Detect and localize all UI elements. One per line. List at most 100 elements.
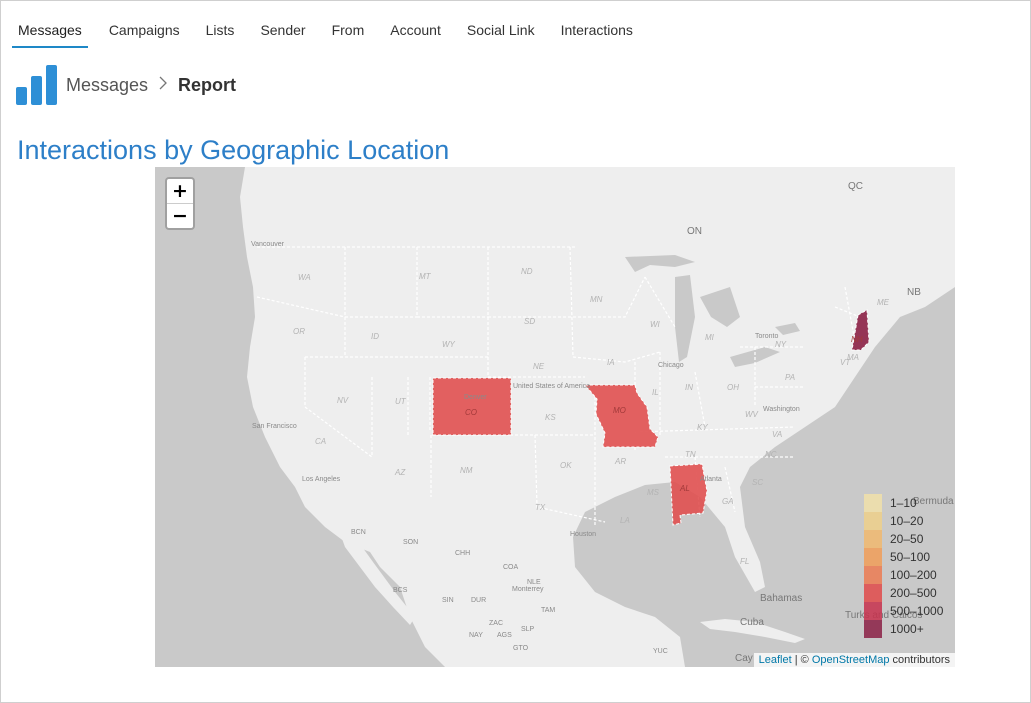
map-label-oh: OH xyxy=(727,383,739,392)
map-city-atlanta: Atlanta xyxy=(700,476,722,483)
map-label-in: IN xyxy=(685,383,693,392)
legend-item: 200–500 xyxy=(864,584,943,602)
map-label-al: AL xyxy=(679,484,690,493)
map-label-ar: AR xyxy=(614,457,626,466)
map-label-on: ON xyxy=(687,226,702,237)
map-label-id: ID xyxy=(371,332,379,341)
map-label-wa: WA xyxy=(298,273,311,282)
legend-label: 20–50 xyxy=(890,532,924,546)
legend-item: 500–1000 xyxy=(864,602,943,620)
map-label-gto: GTO xyxy=(513,645,529,652)
map-label-nc: NC xyxy=(765,450,777,459)
zoom-in-button[interactable]: + xyxy=(167,179,193,204)
geo-map[interactable]: QC ON NB Vancouver San Francisco Los Ang… xyxy=(155,167,955,667)
map-label-qc: QC xyxy=(848,181,863,192)
map-label-nv: NV xyxy=(337,396,349,405)
legend-label: 200–500 xyxy=(890,586,937,600)
map-city-monterrey: Monterrey xyxy=(512,586,544,593)
tab-account[interactable]: Account xyxy=(377,12,454,48)
attribution-suffix: contributors xyxy=(889,654,950,666)
map-label-sc: SC xyxy=(752,478,763,487)
map-label-coa: COA xyxy=(503,564,519,571)
highlighted-state-co[interactable] xyxy=(432,377,512,436)
bar-chart-logo-icon xyxy=(16,64,58,106)
map-label-pa: PA xyxy=(785,373,795,382)
legend-item: 100–200 xyxy=(864,566,943,584)
map-label-bcn: BCN xyxy=(351,529,366,536)
legend-item: 1–10 xyxy=(864,494,943,512)
legend-label: 100–200 xyxy=(890,568,937,582)
tab-sender[interactable]: Sender xyxy=(247,12,318,48)
leaflet-link[interactable]: Leaflet xyxy=(759,654,792,666)
map-label-nh: NH xyxy=(851,335,863,344)
map-label-ks: KS xyxy=(545,413,556,422)
legend-swatch xyxy=(864,512,882,530)
map-label-az: AZ xyxy=(394,468,406,477)
map-label-ms: MS xyxy=(647,488,660,497)
page-title: Interactions by Geographic Location xyxy=(17,135,450,165)
map-canvas[interactable]: QC ON NB Vancouver San Francisco Los Ang… xyxy=(155,167,955,667)
tab-lists[interactable]: Lists xyxy=(193,12,248,48)
map-label-nay: NAY xyxy=(469,632,483,639)
map-label-cuba: Cuba xyxy=(740,617,764,628)
map-label-ia: IA xyxy=(607,358,615,367)
map-label-va: VA xyxy=(772,430,782,439)
map-label-wy: WY xyxy=(442,340,456,349)
map-label-son: SON xyxy=(403,539,418,546)
legend-swatch xyxy=(864,494,882,512)
map-label-tx: TX xyxy=(535,503,546,512)
highlighted-state-al[interactable] xyxy=(669,463,708,526)
legend-label: 10–20 xyxy=(890,514,924,528)
legend-item: 10–20 xyxy=(864,512,943,530)
map-attribution: Leaflet | © OpenStreetMap contributors xyxy=(753,653,955,667)
map-label-nd: ND xyxy=(521,267,533,276)
map-label-sd: SD xyxy=(524,317,535,326)
map-label-mi: MI xyxy=(705,333,715,342)
map-label-nle: NLE xyxy=(527,579,541,586)
map-legend: 1–10 10–20 20–50 50–100 100–200 200–500 … xyxy=(864,494,943,638)
legend-swatch xyxy=(864,620,882,638)
zoom-control: + − xyxy=(165,177,195,230)
tab-campaigns[interactable]: Campaigns xyxy=(96,12,193,48)
map-label-mn: MN xyxy=(590,295,603,304)
map-city-vancouver: Vancouver xyxy=(251,241,285,248)
map-city-houston: Houston xyxy=(570,531,596,538)
map-label-nb: NB xyxy=(907,287,921,298)
map-label-la: LA xyxy=(620,516,630,525)
map-label-mt: MT xyxy=(419,272,432,281)
map-label-tn: TN xyxy=(685,450,696,459)
legend-swatch xyxy=(864,566,882,584)
tab-messages[interactable]: Messages xyxy=(12,12,88,48)
breadcrumb-current: Report xyxy=(178,74,237,95)
legend-label: 50–100 xyxy=(890,550,931,564)
map-label-me: ME xyxy=(877,298,890,307)
map-city-los-angeles: Los Angeles xyxy=(302,476,341,483)
tab-from[interactable]: From xyxy=(319,12,378,48)
map-city-chicago: Chicago xyxy=(658,362,684,369)
tab-social-link[interactable]: Social Link xyxy=(454,12,548,48)
zoom-out-button[interactable]: − xyxy=(167,204,193,228)
breadcrumb-link-messages[interactable]: Messages xyxy=(66,75,148,96)
map-label-ut: UT xyxy=(395,397,407,406)
map-label-il: IL xyxy=(652,388,659,397)
map-label-wv: WV xyxy=(745,410,759,419)
map-label-ky: KY xyxy=(697,423,708,432)
map-label-sin: SIN xyxy=(442,597,454,604)
openstreetmap-link[interactable]: OpenStreetMap xyxy=(812,654,890,666)
map-label-vt: VT xyxy=(840,358,851,367)
map-label-chh: CHH xyxy=(455,550,470,557)
map-label-mo: MO xyxy=(613,406,626,415)
legend-item: 50–100 xyxy=(864,548,943,566)
chevron-right-icon xyxy=(158,75,168,95)
map-label-tam: TAM xyxy=(541,607,555,614)
map-label-bahamas: Bahamas xyxy=(760,593,802,604)
map-label-zac: ZAC xyxy=(489,620,503,627)
map-label-ca: CA xyxy=(315,437,326,446)
tab-interactions[interactable]: Interactions xyxy=(548,12,646,48)
main-tabs: Messages Campaigns Lists Sender From Acc… xyxy=(12,12,646,48)
legend-swatch xyxy=(864,548,882,566)
legend-swatch xyxy=(864,584,882,602)
map-label-nm: NM xyxy=(460,466,473,475)
map-label-ags: AGS xyxy=(497,632,512,639)
map-label-dur: DUR xyxy=(471,597,486,604)
